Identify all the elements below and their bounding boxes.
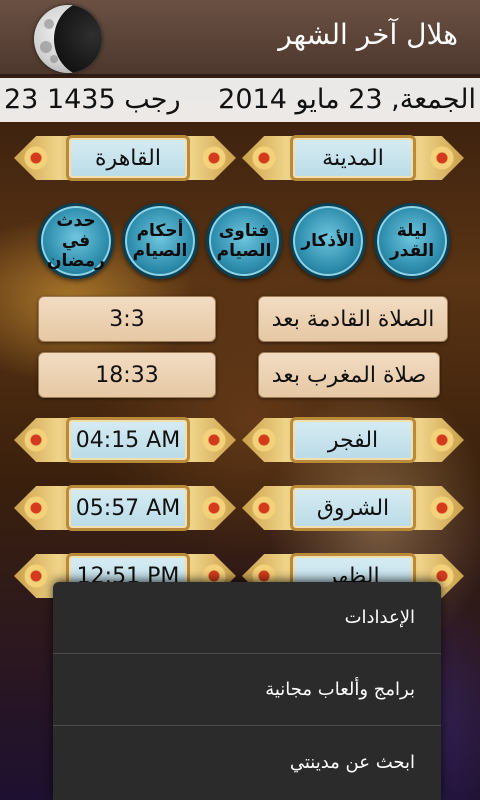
maghrib-countdown-label-text: صلاة المغرب بعد	[271, 362, 427, 388]
laylat-al-qadr-label: ليلة القدر	[389, 221, 435, 261]
fasting-fatwas-label: فتاوى الصيام	[216, 221, 272, 261]
prayer-time-fajr-text: 04:15 AM	[75, 427, 181, 453]
city-selector[interactable]: القاهرة	[66, 135, 190, 181]
ramadan-events-label: حدث في رمضان	[47, 211, 105, 271]
laylat-al-qadr-button[interactable]: ليلة القدر	[374, 203, 450, 279]
menu-item-free-apps-label: برامج وألعاب مجانية	[265, 679, 415, 700]
menu-item-find-city[interactable]: ابحث عن مدينتي	[53, 726, 441, 798]
menu-item-find-city-label: ابحث عن مدينتي	[289, 751, 415, 773]
moon-icon	[34, 5, 102, 73]
next-prayer-value-text: 3:3	[109, 306, 145, 332]
prayer-name-fajr-text: الفجر	[327, 427, 379, 453]
menu-item-free-apps[interactable]: برامج وألعاب مجانية	[53, 654, 441, 726]
prayer-time-shurooq: 05:57 AM	[66, 485, 190, 531]
title-bar: هلال آخر الشهر	[0, 0, 480, 76]
date-row: 23 رجب 1435 الجمعة, 23 مايو 2014	[0, 78, 480, 122]
maghrib-countdown-value-text: 18:33	[95, 362, 159, 388]
prayer-name-shurooq: الشروق	[290, 485, 416, 531]
adhkar-button[interactable]: الأذكار	[290, 203, 366, 279]
next-prayer-label-text: الصلاة القادمة بعد	[271, 306, 435, 332]
options-menu: الإعدادات برامج وألعاب مجانية ابحث عن مد…	[53, 582, 441, 800]
adhkar-label: الأذكار	[301, 231, 355, 251]
prayer-time-shurooq-text: 05:57 AM	[75, 495, 181, 521]
next-prayer-value: 3:3	[38, 296, 216, 342]
city-value-text: القاهرة	[95, 145, 161, 171]
prayer-time-fajr: 04:15 AM	[66, 417, 190, 463]
menu-item-settings[interactable]: الإعدادات	[53, 582, 441, 654]
fasting-fatwas-button[interactable]: فتاوى الصيام	[206, 203, 282, 279]
ramadan-events-button[interactable]: حدث في رمضان	[38, 203, 114, 279]
app-title: هلال آخر الشهر	[278, 18, 458, 51]
maghrib-countdown-label: صلاة المغرب بعد	[258, 352, 440, 398]
city-label: المدينة	[290, 135, 416, 181]
fasting-rulings-button[interactable]: أحكام الصيام	[122, 203, 198, 279]
prayer-name-fajr: الفجر	[290, 417, 416, 463]
maghrib-countdown-value: 18:33	[38, 352, 216, 398]
menu-item-settings-label: الإعدادات	[344, 607, 415, 628]
hijri-date: 23 رجب 1435	[4, 84, 181, 115]
city-label-text: المدينة	[322, 145, 384, 171]
gregorian-date: الجمعة, 23 مايو 2014	[218, 84, 476, 115]
fasting-rulings-label: أحكام الصيام	[132, 221, 188, 261]
next-prayer-label: الصلاة القادمة بعد	[258, 296, 448, 342]
prayer-name-shurooq-text: الشروق	[316, 495, 390, 521]
